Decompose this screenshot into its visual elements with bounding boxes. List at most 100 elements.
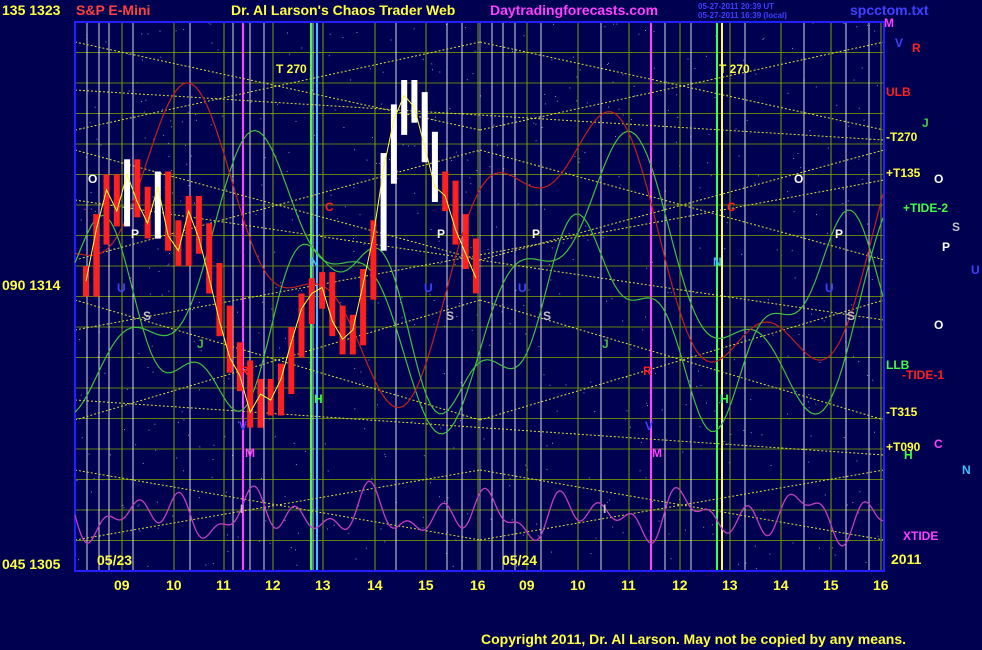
star-dot — [366, 159, 368, 161]
star-dot — [188, 185, 190, 187]
inline-marker: P — [532, 227, 540, 241]
star-dot — [559, 293, 561, 295]
star-dot — [369, 68, 371, 70]
star-dot — [141, 33, 143, 35]
star-dot — [815, 86, 817, 88]
series-label: +T135 — [886, 166, 921, 180]
star-dot — [298, 215, 300, 217]
price-bar — [329, 272, 336, 337]
star-dot — [724, 248, 726, 250]
star-dot — [293, 442, 295, 444]
star-dot — [360, 371, 362, 373]
star-dot — [620, 184, 622, 186]
star-dot — [631, 119, 632, 121]
inline-marker: H — [314, 392, 323, 406]
price-bar — [144, 186, 151, 239]
star-dot — [834, 554, 836, 556]
x-tick-label: 14 — [367, 577, 383, 593]
star-dot — [377, 404, 378, 406]
star-dot — [525, 333, 527, 335]
x-tick-label: 13 — [722, 577, 738, 593]
star-dot — [79, 339, 81, 341]
star-dot — [655, 372, 656, 374]
inline-marker: C — [727, 200, 736, 214]
star-dot — [816, 214, 817, 216]
star-dot — [401, 297, 403, 299]
star-dot — [583, 392, 585, 394]
star-dot — [261, 184, 263, 186]
star-dot — [808, 461, 810, 463]
star-dot — [423, 516, 424, 518]
star-dot — [227, 550, 229, 552]
star-dot — [874, 30, 876, 32]
star-dot — [615, 136, 617, 137]
star-dot — [585, 225, 587, 227]
star-dot — [670, 558, 672, 560]
site-label[interactable]: Daytradingforecasts.com — [490, 2, 658, 18]
star-dot — [275, 287, 277, 289]
star-dot — [80, 219, 82, 221]
star-dot — [568, 233, 570, 234]
star-dot — [148, 429, 150, 431]
star-dot — [329, 33, 331, 35]
star-dot — [459, 420, 461, 422]
star-dot — [157, 527, 159, 529]
price-bar — [462, 214, 469, 269]
star-dot — [536, 523, 538, 525]
star-dot — [807, 401, 809, 403]
date-label: 05/23 — [97, 552, 132, 568]
star-dot — [183, 29, 185, 30]
star-dot — [552, 442, 553, 444]
star-dot — [453, 447, 455, 449]
star-dot — [625, 377, 627, 379]
star-dot — [608, 62, 609, 64]
star-dot — [80, 394, 82, 396]
star-dot — [459, 303, 461, 304]
star-dot — [705, 55, 707, 57]
star-dot — [170, 120, 172, 122]
star-dot — [175, 30, 177, 32]
star-dot — [490, 518, 492, 520]
star-dot — [858, 361, 860, 363]
star-dot — [714, 410, 716, 412]
inline-marker: P — [437, 227, 445, 241]
star-dot — [456, 316, 458, 317]
star-dot — [723, 441, 725, 443]
star-dot — [210, 23, 212, 25]
star-dot — [553, 23, 555, 25]
chart-canvas: 09 10 11 12 13 14 15 16 09 10 11 12 13 14 15 16 05/23 05/… — [74, 16, 980, 593]
x-tick-label: 09 — [114, 577, 130, 593]
star-dot — [711, 524, 713, 526]
star-dot — [154, 423, 156, 425]
star-dot — [213, 444, 215, 446]
star-dot — [186, 163, 188, 165]
star-dot — [646, 267, 648, 269]
price-bar — [134, 159, 141, 218]
star-dot — [295, 464, 297, 466]
star-dot — [255, 214, 257, 216]
star-dot — [639, 470, 641, 472]
star-dot — [572, 258, 574, 260]
star-dot — [109, 454, 111, 456]
star-dot — [738, 155, 740, 157]
star-dot — [355, 558, 357, 560]
inline-marker: O — [794, 172, 803, 186]
star-dot — [363, 243, 365, 245]
star-dot — [517, 203, 519, 205]
star-dot — [853, 79, 855, 81]
star-dot — [237, 536, 239, 538]
star-dot — [389, 159, 390, 161]
star-dot — [587, 239, 589, 241]
price-bar — [226, 305, 233, 373]
star-dot — [147, 565, 149, 567]
inline-marker: T 270 — [719, 62, 750, 76]
inline-marker: S — [143, 309, 151, 323]
star-dot — [611, 298, 613, 300]
star-dot — [430, 229, 432, 231]
series-label: S — [952, 220, 960, 234]
star-dot — [289, 53, 291, 55]
star-dot — [515, 289, 517, 291]
star-dot — [212, 459, 214, 460]
star-dot — [188, 434, 189, 436]
star-dot — [556, 100, 558, 102]
